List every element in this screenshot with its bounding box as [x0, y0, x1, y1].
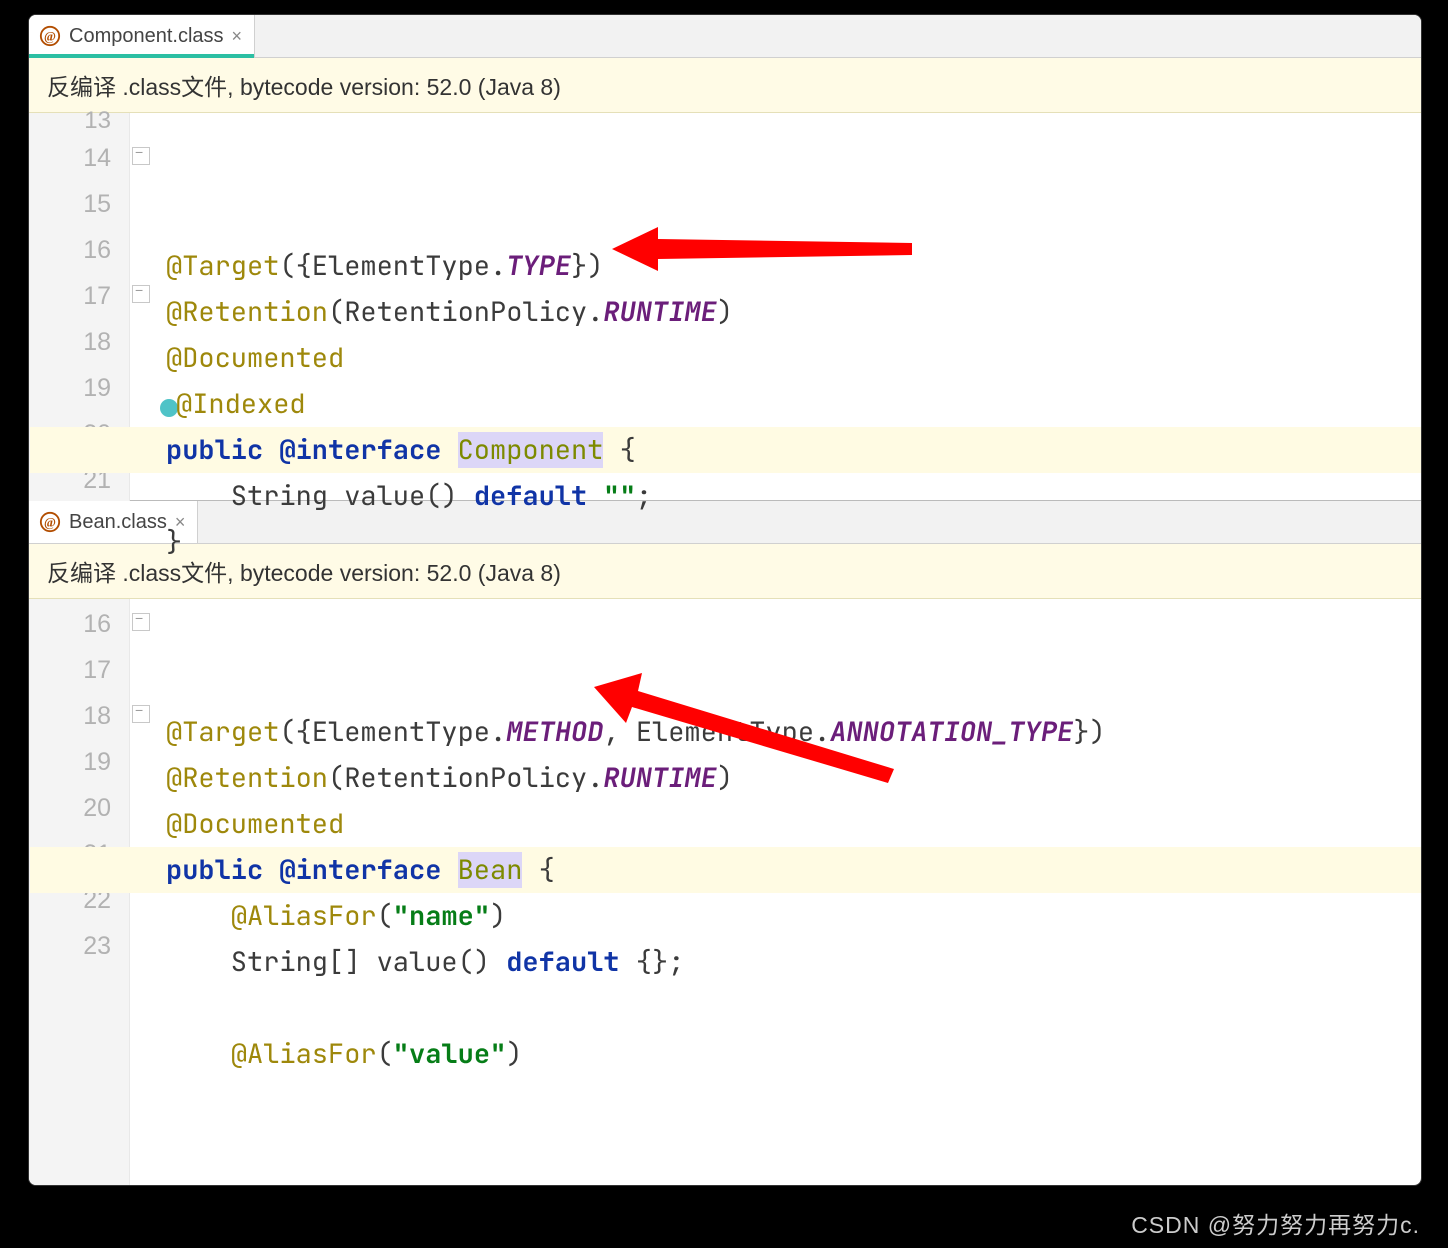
- line-number: 18: [29, 693, 129, 739]
- code-token: {: [603, 432, 635, 468]
- code-area[interactable]: @Target({ElementType.TYPE}) @Retention(Re…: [166, 113, 1421, 506]
- annotation-file-icon: @: [39, 511, 61, 533]
- code-token: String[] value(): [166, 944, 506, 980]
- code-token: METHOD: [506, 714, 603, 750]
- code-token: ({ElementType.: [279, 248, 506, 284]
- tabbar: @ Component.class ×: [29, 15, 1421, 58]
- code-token: @interface: [279, 432, 441, 468]
- line-number: 19: [29, 365, 129, 411]
- svg-text:@: @: [44, 30, 56, 44]
- code-token: @Documented: [166, 340, 344, 376]
- code-area[interactable]: @Target({ElementType.METHOD, ElementType…: [166, 599, 1421, 1186]
- code-token: [263, 432, 279, 468]
- line-number: 19: [29, 739, 129, 785]
- code-token: [441, 852, 457, 888]
- line-number: 18: [29, 319, 129, 365]
- code-token: @AliasFor: [231, 1036, 377, 1072]
- fold-handle[interactable]: [132, 285, 150, 303]
- fold-handle[interactable]: [132, 147, 150, 165]
- code-token: {};: [620, 944, 685, 980]
- code-token: @AliasFor: [231, 898, 377, 934]
- code-token: }): [571, 248, 603, 284]
- code-line[interactable]: [166, 985, 1421, 1031]
- code-token: @Retention: [166, 760, 328, 796]
- code-token: public: [166, 432, 263, 468]
- code-editor[interactable]: 131415161718192021 @Target({ElementType.…: [29, 113, 1421, 506]
- code-token: [441, 432, 457, 468]
- line-number: 14: [29, 135, 129, 181]
- annotation-file-icon: @: [39, 25, 61, 47]
- line-number: 13: [29, 115, 129, 135]
- code-token: (RetentionPolicy.: [328, 760, 603, 796]
- code-token: @: [176, 386, 192, 422]
- code-token: ({ElementType.: [279, 714, 506, 750]
- code-token: [263, 852, 279, 888]
- tab-label: Component.class: [69, 25, 224, 48]
- tab-component[interactable]: @ Component.class ×: [29, 15, 255, 57]
- code-token: ): [506, 1036, 522, 1072]
- code-token: Component: [458, 432, 604, 468]
- code-line[interactable]: @AliasFor("value"): [166, 1031, 1421, 1077]
- code-line[interactable]: public @interface Component {: [166, 427, 1421, 473]
- code-token: @interface: [279, 852, 441, 888]
- code-token: Indexed: [192, 386, 305, 422]
- code-token: @Target: [166, 714, 279, 750]
- code-token: "": [603, 478, 635, 514]
- watermark: CSDN @努力努力再努力c.: [1131, 1206, 1420, 1240]
- line-number: 16: [29, 227, 129, 273]
- code-token: [166, 898, 231, 934]
- line-number: 17: [29, 647, 129, 693]
- code-token: (RetentionPolicy.: [328, 294, 603, 330]
- code-token: ;: [636, 478, 652, 514]
- code-token: (: [377, 1036, 393, 1072]
- code-token: "name": [393, 898, 490, 934]
- red-arrow: [612, 147, 912, 351]
- fold-handle[interactable]: [132, 613, 150, 631]
- code-token: @Retention: [166, 294, 328, 330]
- code-token: }): [1073, 714, 1105, 750]
- code-token: }: [166, 524, 182, 560]
- code-line[interactable]: String[] value() default {};: [166, 939, 1421, 985]
- code-token: Bean: [458, 852, 523, 888]
- decompile-banner: 反编译 .class文件, bytecode version: 52.0 (Ja…: [29, 58, 1421, 113]
- close-icon[interactable]: ×: [232, 26, 243, 47]
- code-token: public: [166, 852, 263, 888]
- svg-text:@: @: [44, 516, 56, 530]
- fold-handle[interactable]: [132, 705, 150, 723]
- code-token: [587, 478, 603, 514]
- code-token: [166, 1036, 231, 1072]
- code-token: (: [377, 898, 393, 934]
- code-token: ): [490, 898, 506, 934]
- line-number: 20: [29, 785, 129, 831]
- pane-bean: @ Bean.class × 反编译 .class文件, bytecode ve…: [29, 501, 1421, 1186]
- line-number: 23: [29, 923, 129, 969]
- red-arrow: [594, 601, 894, 865]
- line-number: 15: [29, 181, 129, 227]
- code-token: @Documented: [166, 806, 344, 842]
- decompile-banner: 反编译 .class文件, bytecode version: 52.0 (Ja…: [29, 544, 1421, 599]
- code-token: String value(): [166, 478, 474, 514]
- code-editor[interactable]: 1617181920212223 @Target({ElementType.ME…: [29, 599, 1421, 1186]
- code-token: default: [474, 478, 587, 514]
- code-line[interactable]: @AliasFor("name"): [166, 893, 1421, 939]
- code-token: {: [522, 852, 554, 888]
- code-token: default: [506, 944, 619, 980]
- code-token: @Target: [166, 248, 279, 284]
- code-token: TYPE: [506, 248, 571, 284]
- line-number: 17: [29, 273, 129, 319]
- line-number: 16: [29, 601, 129, 647]
- code-token: "value": [393, 1036, 506, 1072]
- tab-label: Bean.class: [69, 511, 167, 534]
- pane-component: @ Component.class × 反编译 .class文件, byteco…: [29, 15, 1421, 501]
- code-line[interactable]: @Indexed: [166, 381, 1421, 427]
- editor-window: @ Component.class × 反编译 .class文件, byteco…: [28, 14, 1422, 1186]
